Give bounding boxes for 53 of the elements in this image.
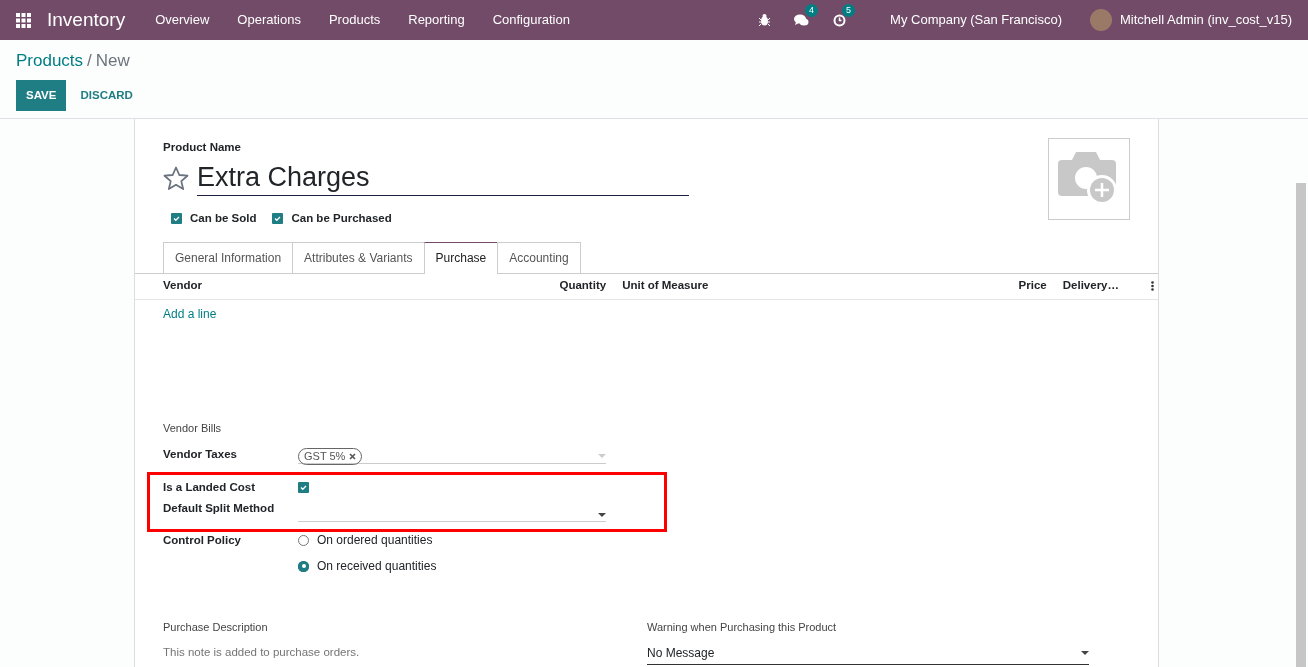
tab[interactable]: Purchase: [423, 241, 499, 274]
purchase-description-field[interactable]: This note is added to purchase orders.: [163, 643, 463, 661]
tab[interactable]: Accounting: [497, 241, 581, 273]
column-header: Price: [1018, 278, 1047, 294]
tag-text: GST 5%: [304, 449, 346, 465]
tab[interactable]: General Information: [163, 241, 294, 273]
checkbox-label: Can be Purchased: [291, 211, 392, 227]
warning-select[interactable]: No Message: [647, 643, 1089, 665]
field-label: Purchase Description: [163, 620, 269, 636]
bug-icon[interactable]: [759, 14, 771, 26]
field-label: Is a Landed Cost: [163, 479, 257, 495]
field-label: Control Policy: [163, 533, 242, 549]
section-title: Vendor Bills: [163, 420, 223, 436]
star-icon[interactable]: [163, 165, 189, 191]
column-header: Delivery…: [1062, 278, 1119, 294]
remove-icon[interactable]: [349, 453, 357, 461]
user-menu[interactable]: Mitchell Admin (inv_cost_v15): [1120, 10, 1292, 30]
menu-item[interactable]: Configuration: [478, 10, 584, 30]
menu-item[interactable]: Overview: [141, 10, 224, 30]
column-header: Vendor: [163, 278, 203, 294]
field-label: Product Name: [163, 140, 242, 155]
taxes-field[interactable]: GST 5%: [298, 446, 606, 465]
menu-item[interactable]: Reporting: [394, 10, 479, 30]
breadcrumb-separator: /: [87, 51, 92, 70]
radio-label: On ordered quantities: [317, 532, 433, 550]
checkbox[interactable]: [298, 482, 309, 494]
product-name-input[interactable]: Extra Charges: [197, 160, 689, 197]
add-line-link[interactable]: Add a line: [163, 306, 217, 321]
checkbox[interactable]: [171, 213, 182, 225]
clock-icon[interactable]: [833, 14, 847, 28]
app-name[interactable]: Inventory: [47, 5, 126, 35]
chat-icon[interactable]: [794, 14, 810, 28]
message-count-badge: 4: [805, 4, 819, 18]
column-header: Quantity: [559, 278, 607, 294]
checkbox[interactable]: [272, 213, 284, 225]
company-switcher[interactable]: My Company (San Francisco): [870, 10, 1083, 30]
breadcrumb-link[interactable]: Products: [16, 51, 84, 70]
activity-count-badge: 5: [842, 4, 856, 18]
menu-item[interactable]: Operations: [223, 10, 315, 30]
checkbox-label: Can be Sold: [190, 211, 257, 227]
field-label: Default Split Method: [163, 501, 276, 517]
scrollbar[interactable]: [1296, 183, 1306, 667]
radio-label: On received quantities: [317, 558, 437, 576]
field-label: Vendor Taxes: [163, 447, 238, 463]
discard-button[interactable]: DISCARD: [70, 80, 143, 112]
radio-button[interactable]: [298, 560, 309, 572]
column-options-icon[interactable]: [1151, 281, 1154, 292]
breadcrumb-current: New: [95, 51, 130, 70]
column-header: Unit of Measure: [622, 278, 710, 294]
menu-item[interactable]: Products: [314, 10, 395, 30]
save-button[interactable]: SAVE: [16, 80, 67, 112]
app-grid-icon[interactable]: [16, 12, 31, 28]
field-label: Warning when Purchasing this Product: [647, 620, 838, 636]
